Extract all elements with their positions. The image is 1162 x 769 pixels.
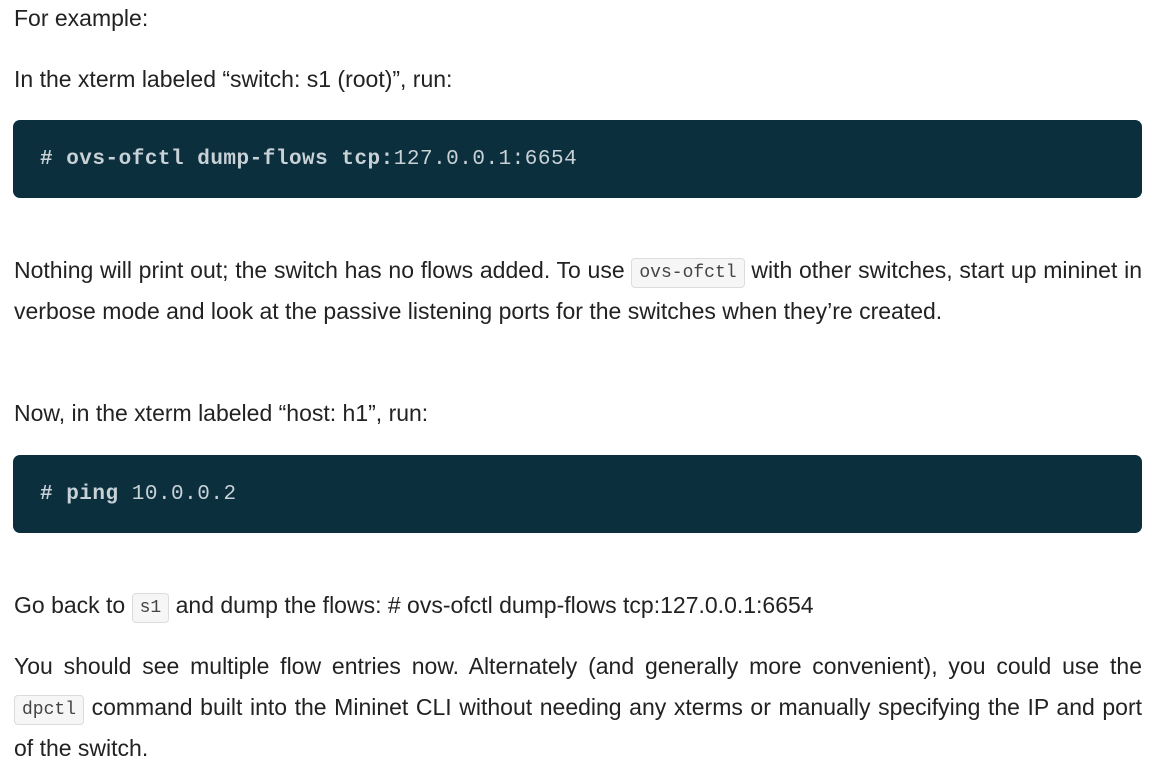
code-address: 127.0.0.1:6654: [393, 147, 578, 171]
paragraph-multiple-flows: You should see multiple flow entries now…: [14, 646, 1142, 769]
inline-code-ovs-ofctl: ovs-ofctl: [631, 258, 745, 288]
paragraph-go-back: Go back to s1 and dump the flows: # ovs-…: [14, 585, 814, 626]
code-command: # ovs-ofctl dump-flows tcp:: [40, 147, 394, 171]
code-address: 10.0.0.2: [131, 482, 237, 506]
code-command: # ping: [40, 482, 119, 506]
code-line: # ping 10.0.0.2: [40, 483, 237, 506]
code-line: # ovs-ofctl dump-flows tcp:127.0.0.1:665…: [40, 148, 577, 171]
inline-code-dpctl: dpctl: [14, 695, 85, 725]
inline-code-s1: s1: [131, 593, 170, 623]
paragraph-nothing-printed: Nothing will print out; the switch has n…: [14, 250, 1142, 332]
code-block-ovs-ofctl: # ovs-ofctl dump-flows tcp:127.0.0.1:665…: [13, 120, 1142, 198]
paragraph-text-after: command built into the Mininet CLI witho…: [14, 694, 1143, 761]
paragraph-for-example: For example:: [14, 5, 149, 31]
code-block-ping: # ping 10.0.0.2: [13, 455, 1142, 533]
paragraph-switch-xterm: In the xterm labeled “switch: s1 (root)”…: [14, 66, 453, 92]
paragraph-text-before: Nothing will print out; the switch has n…: [14, 257, 625, 283]
paragraph-text-before: Go back to: [14, 592, 126, 618]
paragraph-text-after: and dump the flows: # ovs-ofctl dump-flo…: [175, 592, 814, 618]
paragraph-host-xterm: Now, in the xterm labeled “host: h1”, ru…: [14, 400, 429, 426]
paragraph-text-before: You should see multiple flow entries now…: [14, 653, 1142, 679]
